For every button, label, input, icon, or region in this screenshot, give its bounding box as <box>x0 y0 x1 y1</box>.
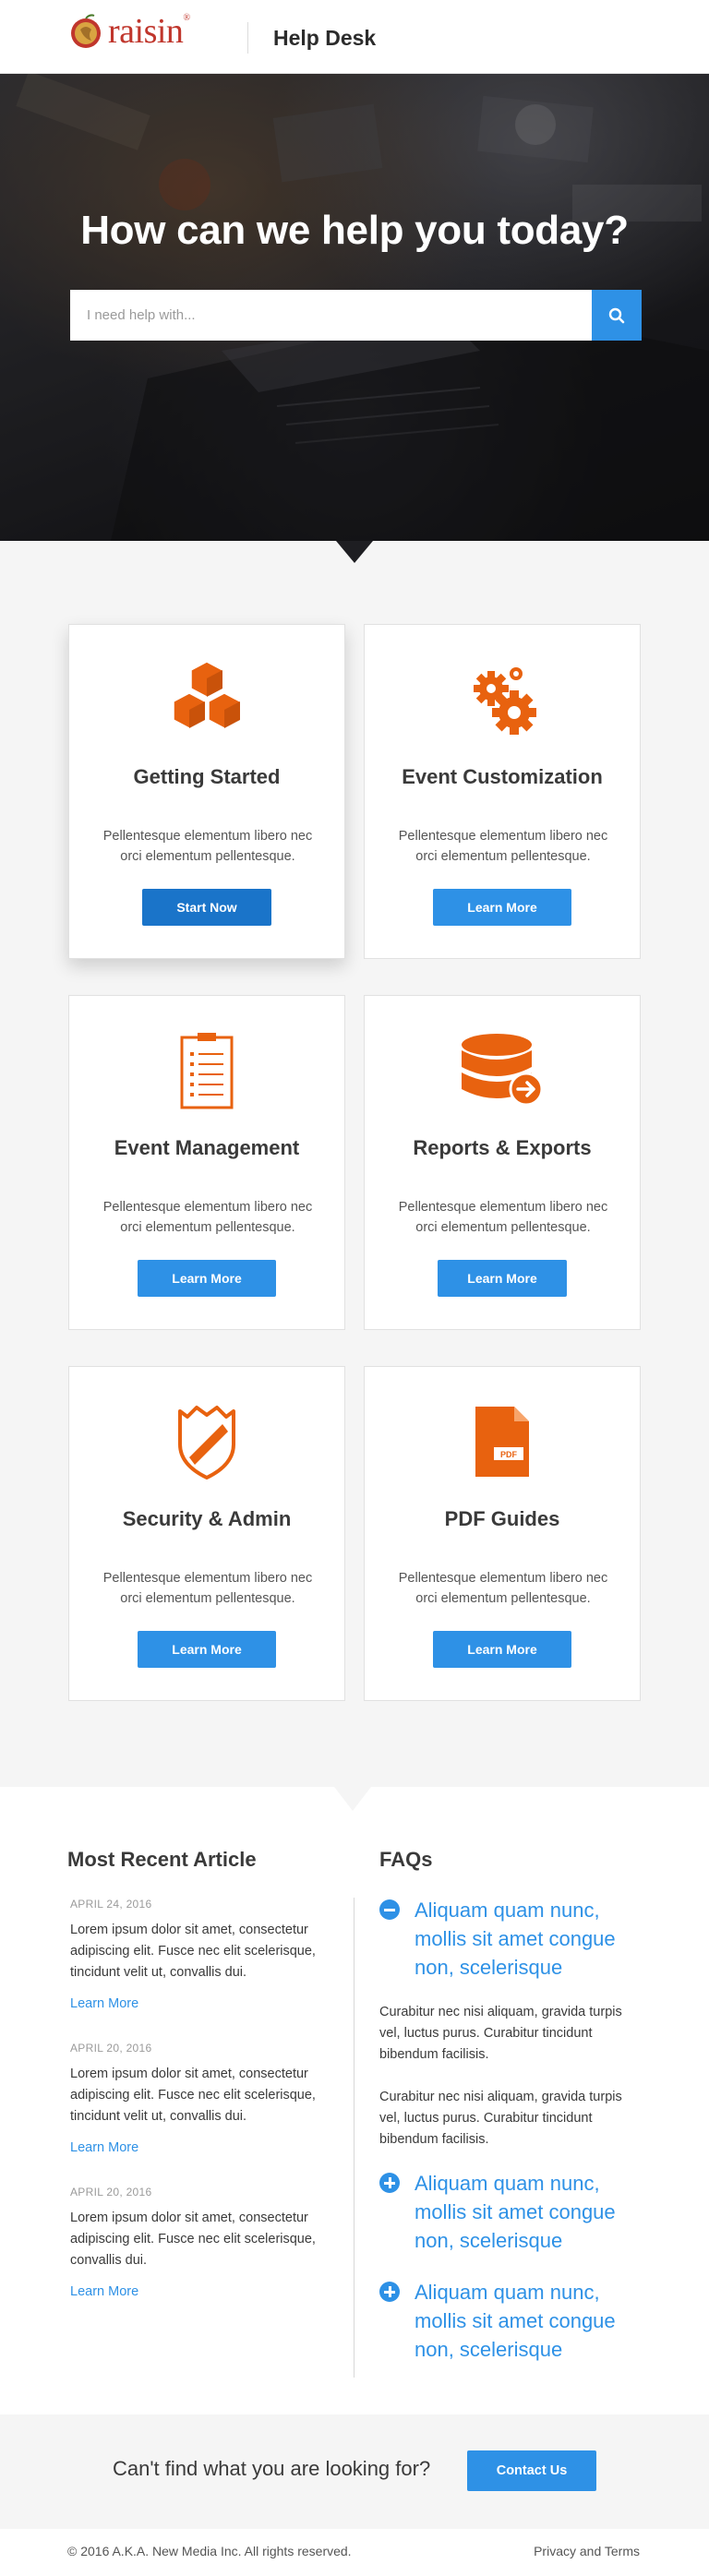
site-header: raisin® Help Desk <box>0 0 709 74</box>
cubes-icon <box>173 661 241 729</box>
contact-us-button[interactable]: Contact Us <box>467 2450 596 2491</box>
hero-heading: How can we help you today? <box>80 208 629 253</box>
faq-answer: Curabitur nec nisi aliquam, gravida turp… <box>379 2090 622 2147</box>
article-learn-more-link[interactable]: Learn More <box>70 1996 138 2011</box>
search-icon <box>608 307 625 323</box>
card-description: Pellentesque elementum libero nec orci e… <box>398 829 608 864</box>
card-description: Pellentesque elementum libero nec orci e… <box>102 1200 313 1235</box>
article-learn-more-link[interactable]: Learn More <box>70 2284 138 2299</box>
hero-banner: How can we help you today? <box>0 74 709 541</box>
category-card-pdf-guides: PDF PDF Guides Pellentesque elementum li… <box>364 1366 641 1701</box>
pdf-file-icon: PDF <box>475 1407 529 1477</box>
learn-more-button[interactable]: Learn More <box>433 1631 571 1668</box>
faq-question-collapsed[interactable]: Aliquam quam nunc, mollis sit amet congu… <box>379 2278 638 2364</box>
contact-cta: Can't find what you are looking for? Con… <box>0 2414 709 2529</box>
plus-circle-icon <box>379 2173 400 2193</box>
article-excerpt: Lorem ipsum dolor sit amet, consectetur … <box>70 1923 316 1980</box>
learn-more-button[interactable]: Learn More <box>438 1260 567 1297</box>
article-learn-more-link[interactable]: Learn More <box>70 2140 138 2155</box>
article-item: April 24, 2016 Lorem ipsum dolor sit ame… <box>70 1898 329 2012</box>
category-card-event-management: Event Management Pellentesque elementum … <box>68 995 345 1330</box>
card-title: Event Customization <box>402 765 603 788</box>
learn-more-button[interactable]: Learn More <box>138 1631 276 1668</box>
faq-question-expanded[interactable]: Aliquam quam nunc, mollis sit amet congu… <box>379 1896 638 1982</box>
card-description: Pellentesque elementum libero nec orci e… <box>398 1200 608 1235</box>
privacy-terms-link[interactable]: Privacy and Terms <box>534 2544 640 2558</box>
category-card-reports-exports: Reports & Exports Pellentesque elementum… <box>364 995 641 1330</box>
card-title: Reports & Exports <box>413 1136 592 1159</box>
article-date: April 24, 2016 <box>70 1898 152 1911</box>
help-categories: Getting Started Pellentesque elementum l… <box>0 541 709 1787</box>
card-description: Pellentesque elementum libero nec orci e… <box>102 1571 313 1606</box>
site-footer: © 2016 A.K.A. New Media Inc. All rights … <box>0 2529 709 2576</box>
header-divider <box>247 22 248 54</box>
learn-more-button[interactable]: Learn More <box>138 1260 276 1297</box>
article-item: April 20, 2016 Lorem ipsum dolor sit ame… <box>70 2186 329 2300</box>
article-excerpt: Lorem ipsum dolor sit amet, consectetur … <box>70 2211 316 2268</box>
faq-question-text: Aliquam quam nunc, mollis sit amet congu… <box>415 2172 616 2252</box>
article-excerpt: Lorem ipsum dolor sit amet, consectetur … <box>70 2067 316 2124</box>
card-title: Security & Admin <box>122 1507 292 1530</box>
logo-text: raisin® <box>108 12 190 51</box>
category-card-event-customization: Event Customization Pellentesque element… <box>364 624 641 959</box>
card-title: Event Management <box>114 1136 300 1159</box>
start-now-button[interactable]: Start Now <box>142 889 271 926</box>
article-item: April 20, 2016 Lorem ipsum dolor sit ame… <box>70 2042 329 2156</box>
database-export-icon <box>462 1034 544 1107</box>
faq-heading: FAQs <box>379 1848 433 1871</box>
article-date: April 20, 2016 <box>70 2186 152 2199</box>
hero-pointer <box>336 541 373 563</box>
card-description: Pellentesque elementum libero nec orci e… <box>102 829 313 864</box>
shield-icon <box>178 1406 235 1480</box>
copyright: © 2016 A.K.A. New Media Inc. All rights … <box>67 2544 352 2558</box>
card-description: Pellentesque elementum libero nec orci e… <box>398 1571 608 1606</box>
category-card-getting-started: Getting Started Pellentesque elementum l… <box>68 624 345 959</box>
articles-faq-section: Most Recent Article April 24, 2016 Lorem… <box>0 1787 709 2414</box>
faq-question-collapsed[interactable]: Aliquam quam nunc, mollis sit amet congu… <box>379 2169 638 2255</box>
card-title: PDF Guides <box>444 1507 560 1530</box>
faq-question-text: Aliquam quam nunc, mollis sit amet congu… <box>415 1899 616 1979</box>
page-title: Help Desk <box>273 26 377 50</box>
section-pointer <box>334 1787 371 1811</box>
search-input[interactable] <box>70 290 592 341</box>
faq-answer: Curabitur nec nisi aliquam, gravida turp… <box>379 2005 622 2062</box>
search-button[interactable] <box>592 290 642 341</box>
raisin-logo[interactable]: raisin® <box>67 13 190 50</box>
faq-question-text: Aliquam quam nunc, mollis sit amet congu… <box>415 2281 616 2361</box>
card-title: Getting Started <box>133 765 281 788</box>
recent-articles-heading: Most Recent Article <box>67 1848 257 1871</box>
gears-icon <box>474 667 536 735</box>
article-date: April 20, 2016 <box>70 2042 152 2055</box>
plus-circle-icon <box>379 2282 400 2302</box>
learn-more-button[interactable]: Learn More <box>433 889 571 926</box>
raisin-logo-icon <box>71 14 101 48</box>
clipboard-list-icon <box>180 1033 234 1109</box>
minus-circle-icon <box>379 1899 400 1920</box>
pdf-icon-label: PDF <box>500 1450 518 1459</box>
cta-text: Can't find what you are looking for? <box>113 2457 431 2480</box>
category-card-security-admin: Security & Admin Pellentesque elementum … <box>68 1366 345 1701</box>
